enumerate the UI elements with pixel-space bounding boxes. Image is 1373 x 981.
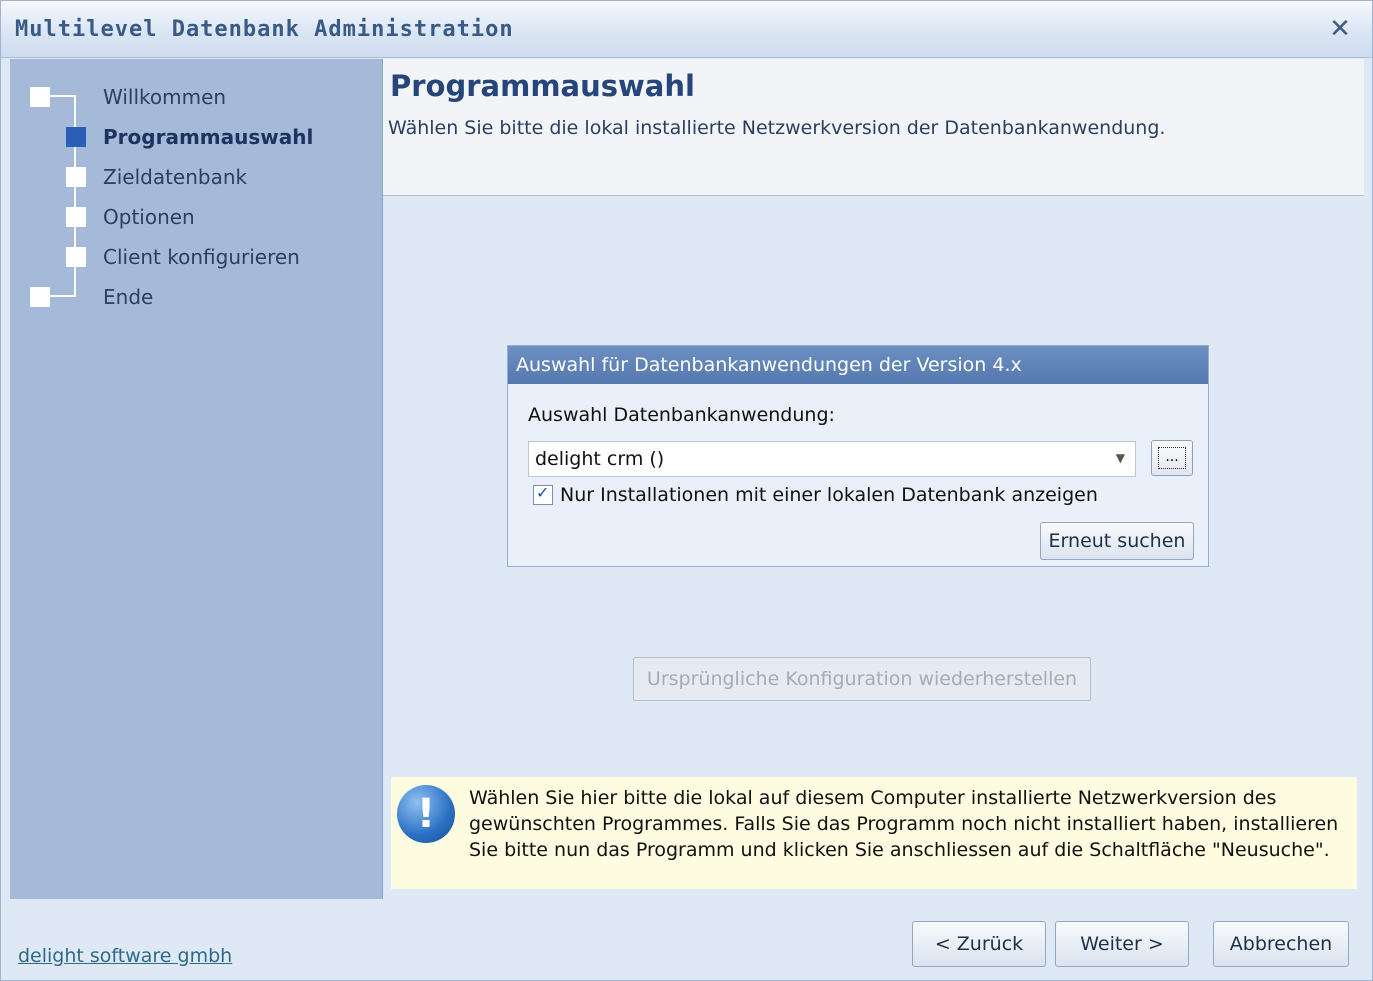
step-client-konfigurieren: Client konfigurieren (10, 239, 382, 275)
browse-button-label: ... (1158, 447, 1186, 469)
step-label: Ende (103, 285, 154, 309)
step-marker-icon (66, 247, 86, 267)
next-button[interactable]: Weiter > (1055, 921, 1189, 967)
step-programmauswahl: Programmauswahl (10, 119, 382, 155)
chevron-down-icon: ▼ (1115, 451, 1125, 465)
step-ende: Ende (10, 279, 382, 315)
close-button[interactable]: ✕ (1326, 15, 1354, 43)
step-zieldatenbank: Zieldatenbank (10, 159, 382, 195)
local-db-only-label[interactable]: Nur Installationen mit einer lokalen Dat… (560, 484, 1098, 506)
company-link[interactable]: delight software gmbh (18, 945, 232, 967)
checkmark-icon: ✓ (536, 483, 550, 502)
info-exclamation-icon: ! (397, 785, 455, 843)
back-button[interactable]: < Zurück (912, 921, 1046, 967)
application-field-label: Auswahl Datenbankanwendung: (528, 404, 835, 426)
step-marker-icon (66, 167, 86, 187)
step-label: Zieldatenbank (103, 165, 248, 189)
title-bar: Multilevel Datenbank Administration ✕ (1, 1, 1372, 58)
step-label: Client konfigurieren (103, 245, 300, 269)
step-marker-active-icon (66, 127, 86, 147)
page-title: Programmauswahl (390, 69, 695, 103)
info-panel: ! Wählen Sie hier bitte die lokal auf di… (391, 777, 1357, 889)
window-title: Multilevel Datenbank Administration (15, 17, 514, 42)
local-db-only-checkbox[interactable]: ✓ (533, 483, 553, 505)
step-label: Willkommen (103, 85, 227, 109)
step-willkommen: Willkommen (10, 79, 382, 115)
page-content: Auswahl für Datenbankanwendungen der Ver… (383, 197, 1364, 899)
wizard-window: Multilevel Datenbank Administration ✕ Wi… (0, 0, 1373, 981)
version-selection-group: Auswahl für Datenbankanwendungen der Ver… (507, 345, 1209, 567)
step-optionen: Optionen (10, 199, 382, 235)
step-marker-icon (30, 87, 50, 107)
page-subtitle: Wählen Sie bitte die lokal installierte … (388, 117, 1166, 139)
page-header: Programmauswahl Wählen Sie bitte die lok… (383, 59, 1364, 196)
cancel-button[interactable]: Abbrechen (1213, 921, 1349, 967)
step-label: Optionen (103, 205, 195, 229)
application-dropdown[interactable]: delight crm () ▼ (528, 441, 1136, 477)
search-again-button[interactable]: Erneut suchen (1040, 522, 1194, 560)
wizard-steps-sidebar: Willkommen Programmauswahl Zieldatenbank… (10, 59, 383, 899)
browse-button[interactable]: ... (1151, 440, 1193, 476)
step-marker-icon (66, 207, 86, 227)
group-title: Auswahl für Datenbankanwendungen der Ver… (508, 346, 1208, 384)
info-text: Wählen Sie hier bitte die lokal auf dies… (469, 787, 1339, 861)
restore-configuration-button[interactable]: Ursprüngliche Konfiguration wiederherste… (633, 657, 1091, 701)
step-marker-icon (30, 287, 50, 307)
close-icon: ✕ (1329, 14, 1351, 44)
dropdown-selected-value: delight crm () (535, 448, 665, 470)
step-label: Programmauswahl (103, 125, 314, 149)
